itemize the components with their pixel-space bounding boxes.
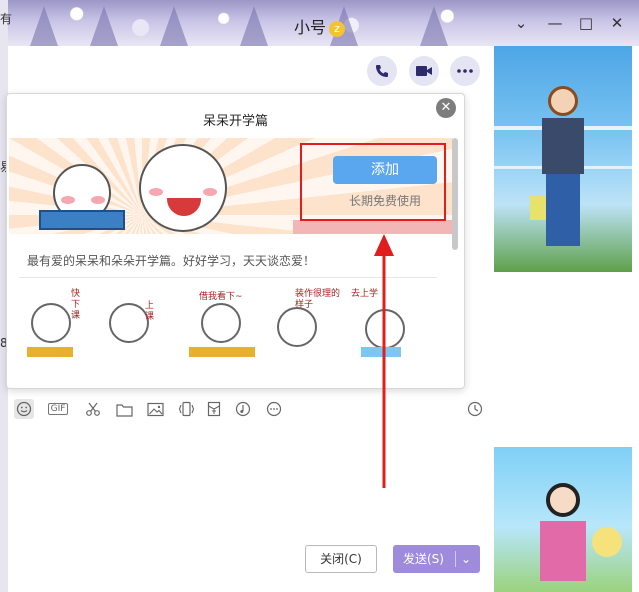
video-call-button[interactable]	[409, 56, 439, 86]
window-title-text: 小号	[293, 18, 326, 37]
gif-icon: GIF	[47, 403, 69, 415]
sticker-face	[201, 303, 241, 343]
right-panel	[494, 46, 639, 592]
emoji-button[interactable]	[14, 399, 34, 419]
avatar-head	[548, 86, 578, 116]
book-image	[39, 210, 125, 230]
sticker-face-big	[139, 144, 227, 232]
minimize-button[interactable]: —	[546, 14, 564, 32]
edge-char: 有	[0, 12, 13, 26]
friend-show-image	[494, 46, 632, 272]
window-title: 小号 z	[0, 14, 639, 38]
highlight-box	[300, 143, 446, 221]
gif-button[interactable]: GIF	[46, 399, 70, 419]
sticker-face	[109, 303, 149, 343]
popup-scrollbar[interactable]	[452, 138, 458, 250]
desk-prop	[27, 347, 73, 357]
image-button[interactable]	[145, 399, 165, 419]
emoji-icon	[16, 401, 32, 417]
folder-icon	[115, 403, 133, 417]
phone-icon	[376, 65, 388, 77]
chevron-down-icon[interactable]: ⌄	[512, 14, 530, 32]
more-options-button[interactable]	[450, 56, 480, 86]
my-show-image	[494, 447, 632, 592]
shake-icon	[178, 401, 194, 417]
message-input[interactable]	[14, 428, 480, 536]
close-button[interactable]: ✕	[608, 14, 626, 32]
title-bar: 小号 z ⌄ — □ ✕	[0, 0, 639, 46]
blush	[61, 196, 75, 204]
mouth	[167, 198, 201, 216]
phone-call-button[interactable]	[367, 56, 397, 86]
more-icon	[457, 69, 473, 73]
sticker-item[interactable]: 借我看下~	[185, 289, 261, 361]
avatar-dress	[540, 521, 586, 581]
popup-title: 呆呆开学篇	[202, 114, 268, 129]
shake-button[interactable]	[176, 399, 196, 419]
clock-icon	[467, 401, 483, 417]
send-separator	[455, 551, 456, 567]
blush	[203, 188, 217, 196]
close-chat-button[interactable]: 关闭(C)	[305, 545, 377, 573]
sticker-item[interactable]: 装作很理的样子	[273, 289, 343, 361]
avatar-decor	[592, 527, 622, 557]
music-icon	[235, 401, 251, 417]
close-icon[interactable]: ✕	[436, 98, 456, 118]
red-packet-icon	[207, 401, 221, 417]
red-packet-button[interactable]	[204, 399, 224, 419]
avatar-bag	[530, 196, 546, 220]
desk-prop	[189, 347, 255, 357]
blush	[91, 196, 105, 204]
sticker-text: 快下课	[71, 289, 81, 321]
avatar-head	[546, 483, 580, 517]
sticker-description: 最有爱的呆呆和朵朵开学篇。好好学习，天天谈恋爱！	[27, 254, 316, 268]
sticker-text: 借我看下~	[199, 292, 243, 302]
screenshot-button[interactable]	[83, 399, 103, 419]
status-badge: z	[329, 20, 345, 37]
sticker-face	[31, 303, 71, 343]
sticker-face	[277, 307, 317, 347]
more-icon	[266, 401, 282, 417]
history-button[interactable]	[465, 399, 485, 419]
file-button[interactable]	[114, 399, 134, 419]
sticker-text: 上课	[145, 301, 155, 322]
image-icon	[146, 402, 164, 416]
blush	[149, 188, 163, 196]
avatar-jacket	[542, 118, 584, 174]
send-button[interactable]: 发送(S) ⌄	[393, 545, 480, 573]
send-label: 发送(S)	[403, 552, 444, 566]
video-icon	[416, 66, 432, 76]
sticker-item[interactable]: 快下课	[21, 289, 85, 361]
chevron-down-icon[interactable]: ⌄	[461, 545, 471, 573]
music-button[interactable]	[233, 399, 253, 419]
sticker-item[interactable]: 上课	[99, 289, 163, 361]
avatar-jeans	[546, 174, 580, 246]
more-tools-button[interactable]	[264, 399, 284, 419]
maximize-button[interactable]: □	[577, 14, 595, 32]
scissors-icon	[86, 402, 100, 416]
